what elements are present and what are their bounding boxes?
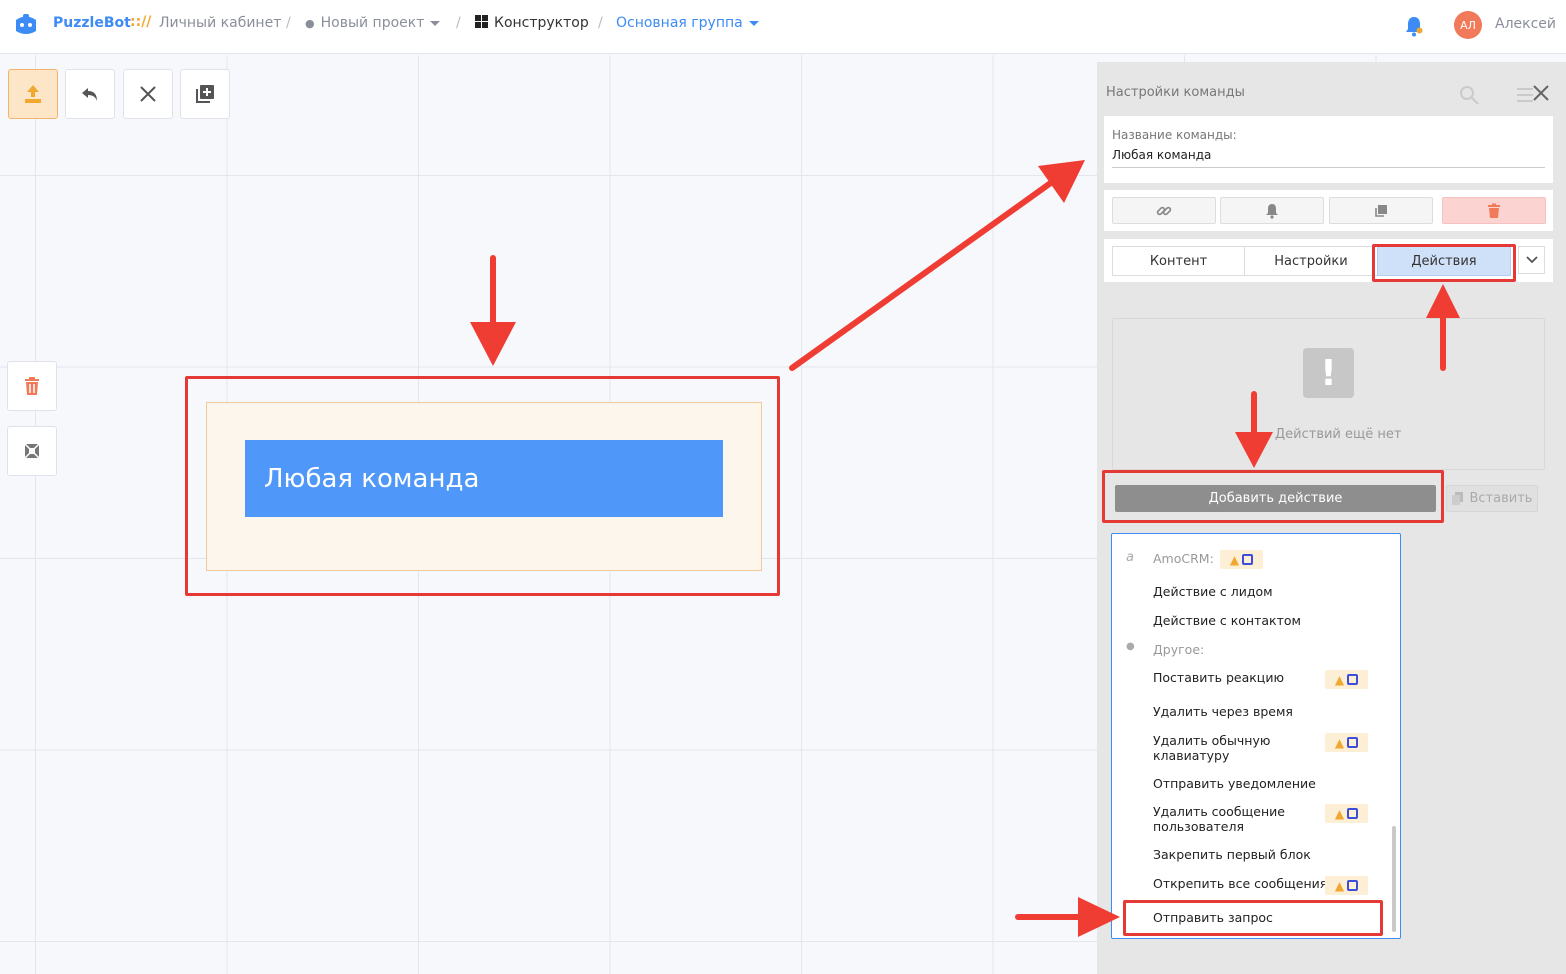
undo-button[interactable] [65, 69, 115, 119]
option-line: клавиатуру [1153, 748, 1230, 763]
copy-icon [1375, 204, 1387, 217]
breadcrumb-project-label: Новый проект [320, 15, 425, 31]
breadcrumb-group-label: Основная группа [616, 15, 743, 31]
breadcrumb-separator: / [598, 15, 603, 31]
tab-content[interactable]: Контент [1112, 246, 1245, 276]
option-send-request[interactable]: Отправить запрос [1153, 910, 1273, 925]
option-unpin-all[interactable]: Открепить все сообщения [1153, 876, 1327, 891]
breadcrumb-separator: / [286, 15, 291, 31]
tabs-more-button[interactable] [1518, 246, 1545, 274]
pro-icon [1347, 737, 1359, 748]
pro-icon [1347, 880, 1359, 891]
premium-badge: ▲ [1325, 804, 1368, 823]
bell-icon [1266, 203, 1278, 219]
fit-screen-button[interactable] [7, 426, 57, 476]
puzzlebot-logo-icon[interactable] [12, 11, 40, 39]
pro-icon [1347, 674, 1359, 685]
publish-button[interactable] [8, 69, 58, 119]
exclamation-icon: ! [1303, 348, 1354, 398]
avatar[interactable]: АЛ [1454, 11, 1482, 39]
top-bar: PuzzleBot ::// Личный кабинет / ● Новый п… [0, 0, 1566, 54]
option-send-notification[interactable]: Отправить уведомление [1153, 776, 1316, 791]
brand-separator: ::// [130, 14, 152, 30]
input-underline [1112, 167, 1545, 168]
cancel-button[interactable] [123, 69, 173, 119]
breadcrumb-cabinet[interactable]: Личный кабинет [159, 15, 281, 31]
breadcrumb-constructor-label: Конструктор [494, 15, 589, 31]
chevron-down-icon [748, 20, 759, 26]
paste-icon [1451, 491, 1463, 505]
option-line: Удалить обычную [1153, 733, 1271, 748]
panel-title: Настройки команды [1106, 85, 1245, 100]
premium-badge: ▲ [1220, 550, 1263, 569]
command-block-title[interactable]: Любая команда [245, 440, 723, 517]
option-delete-user-message[interactable]: Удалить сообщение пользователя [1153, 804, 1285, 834]
add-block-icon [196, 85, 214, 103]
option-pin-first-block[interactable]: Закрепить первый блок [1153, 847, 1311, 862]
command-name-input[interactable]: Любая команда [1112, 148, 1211, 162]
undo-icon [82, 88, 97, 101]
add-block-button[interactable] [180, 69, 230, 119]
breadcrumb-project[interactable]: ● Новый проект [305, 15, 441, 31]
trash-icon [25, 377, 39, 395]
amocrm-icon: a [1126, 550, 1134, 565]
group-amocrm: AmoCRM: [1153, 551, 1214, 566]
dropdown-scrollbar-thumb[interactable] [1392, 826, 1396, 932]
premium-badge: ▲ [1325, 876, 1368, 895]
chevron-down-icon [1525, 256, 1538, 264]
option-line: Удалить сообщение [1153, 804, 1285, 819]
option-set-reaction[interactable]: Поставить реакцию [1153, 670, 1284, 685]
link-icon [1156, 206, 1172, 215]
bot-icon: ● [305, 17, 315, 30]
copy-button[interactable] [1329, 197, 1433, 224]
paste-button[interactable]: Вставить [1446, 485, 1538, 512]
empty-state-text: Действий ещё нет [1275, 427, 1402, 442]
close-panel-icon[interactable] [1530, 82, 1552, 104]
close-icon [140, 86, 156, 102]
notification-bell-icon[interactable] [1404, 15, 1424, 37]
username[interactable]: Алексей [1495, 16, 1556, 32]
premium-badge: ▲ [1325, 733, 1368, 752]
breadcrumb-separator: / [456, 15, 461, 31]
fit-screen-icon [24, 443, 40, 459]
option-delete-after-time[interactable]: Удалить через время [1153, 704, 1293, 719]
command-name-label: Название команды: [1112, 128, 1237, 142]
breadcrumb-group[interactable]: Основная группа [616, 15, 759, 31]
warning-icon: ▲ [1334, 735, 1345, 750]
add-action-button[interactable]: Добавить действие [1115, 485, 1436, 512]
warning-icon: ▲ [1334, 878, 1345, 893]
delete-block-button[interactable] [7, 361, 57, 411]
upload-icon [25, 85, 41, 103]
paste-label: Вставить [1469, 491, 1533, 506]
option-line: пользователя [1153, 819, 1244, 834]
premium-badge: ▲ [1325, 670, 1368, 689]
warning-icon: ▲ [1334, 806, 1345, 821]
breadcrumb-constructor[interactable]: Конструктор [475, 15, 589, 31]
search-icon [1460, 86, 1479, 105]
option-contact-action[interactable]: Действие с контактом [1153, 613, 1301, 628]
group-other: Другое: [1153, 642, 1205, 657]
warning-icon: ▲ [1334, 672, 1345, 687]
pro-icon [1347, 808, 1359, 819]
pro-icon [1242, 554, 1254, 565]
option-lead-action[interactable]: Действие с лидом [1153, 584, 1273, 599]
warning-icon: ▲ [1229, 552, 1240, 567]
tab-settings[interactable]: Настройки [1244, 246, 1378, 276]
chevron-down-icon [430, 20, 441, 26]
brand-name[interactable]: PuzzleBot [53, 15, 131, 31]
option-delete-keyboard[interactable]: Удалить обычную клавиатуру [1153, 733, 1270, 763]
bullet-icon: ● [1126, 641, 1135, 652]
grid-icon [475, 15, 488, 28]
link-button[interactable] [1112, 197, 1216, 224]
notification-button[interactable] [1220, 197, 1324, 224]
delete-command-button[interactable] [1442, 197, 1546, 224]
trash-icon [1488, 203, 1500, 218]
tab-actions[interactable]: Действия [1377, 246, 1511, 276]
